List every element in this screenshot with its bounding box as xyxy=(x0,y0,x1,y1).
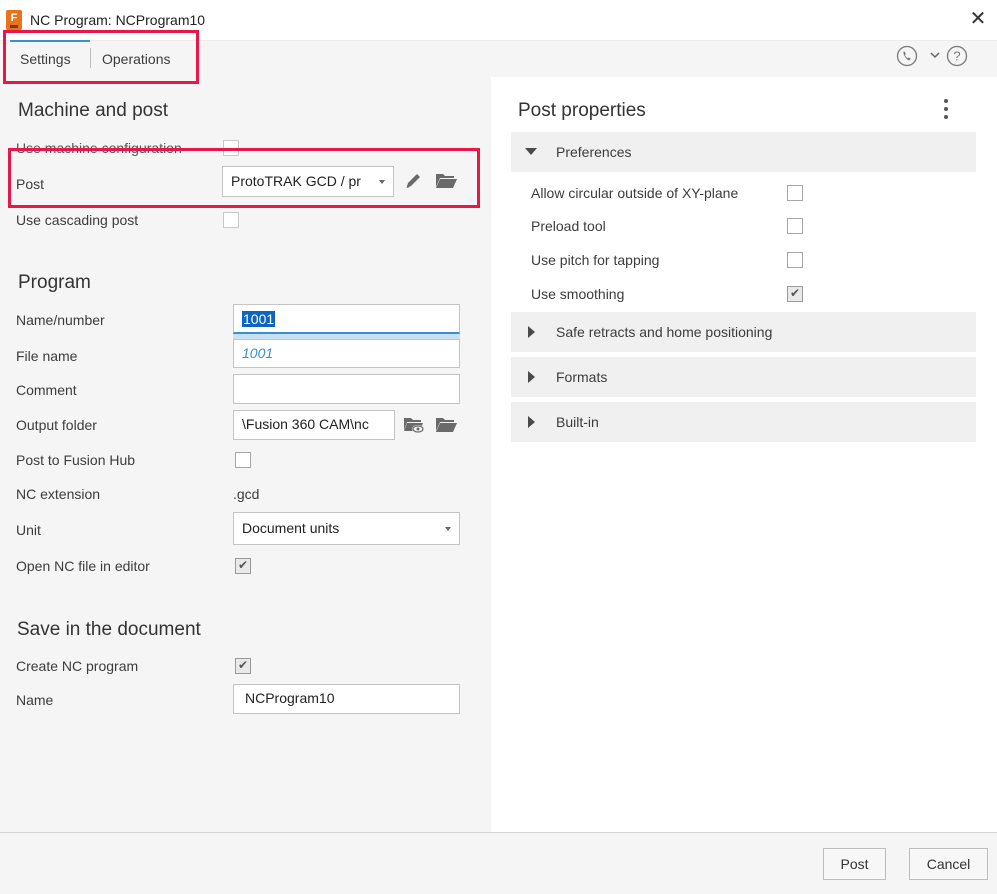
output-folder-input[interactable]: \Fusion 360 CAM\nc xyxy=(233,410,395,440)
cancel-button[interactable]: Cancel xyxy=(909,848,988,880)
post-hub-checkbox[interactable] xyxy=(235,452,251,468)
caret-right-icon xyxy=(528,326,535,338)
doc-name-input[interactable]: NCProgram10 xyxy=(233,684,460,714)
folder-eye-icon[interactable] xyxy=(402,415,426,435)
chevron-down-icon[interactable] xyxy=(929,49,941,61)
machine-post-title: Machine and post xyxy=(18,100,168,121)
open-editor-checkbox[interactable] xyxy=(235,558,251,574)
create-nc-checkbox[interactable] xyxy=(235,658,251,674)
post-button[interactable]: Post xyxy=(823,848,886,880)
pref-smoothing-label: Use smoothing xyxy=(531,286,625,302)
tabs-highlight-box xyxy=(3,30,199,84)
app-logo-letter: F xyxy=(10,12,18,24)
app-logo-icon: F xyxy=(6,10,22,30)
group-safe-retracts-label: Safe retracts and home positioning xyxy=(556,324,773,340)
nc-extension-value: .gcd xyxy=(233,486,260,502)
post-properties-title: Post properties xyxy=(518,100,646,121)
pref-pitch-checkbox[interactable] xyxy=(787,252,803,268)
svg-text:?: ? xyxy=(953,49,960,64)
use-cascading-checkbox[interactable] xyxy=(223,212,239,228)
unit-select-value: Document units xyxy=(242,520,340,536)
chevron-down-icon xyxy=(445,527,451,531)
save-doc-title: Save in the document xyxy=(17,619,201,640)
phone-icon[interactable] xyxy=(896,45,918,67)
program-title: Program xyxy=(18,272,91,293)
help-icon[interactable]: ? xyxy=(946,45,968,67)
create-nc-label: Create NC program xyxy=(16,658,139,674)
group-built-in-label: Built-in xyxy=(556,414,599,430)
output-folder-label: Output folder xyxy=(16,417,97,433)
caret-down-icon xyxy=(525,148,537,155)
caret-right-icon xyxy=(528,416,535,428)
name-number-input[interactable]: 1001 xyxy=(233,304,460,334)
group-preferences[interactable]: Preferences xyxy=(511,132,976,172)
group-formats-label: Formats xyxy=(556,369,608,385)
use-cascading-label: Use cascading post xyxy=(16,212,139,228)
pref-pitch-label: Use pitch for tapping xyxy=(531,252,660,268)
close-icon[interactable]: ✕ xyxy=(967,8,989,30)
name-number-value: 1001 xyxy=(242,311,276,327)
unit-label: Unit xyxy=(16,522,41,538)
group-preferences-label: Preferences xyxy=(556,144,632,160)
footer-divider xyxy=(0,832,997,833)
pref-circular-checkbox[interactable] xyxy=(787,185,803,201)
pref-circular-label: Allow circular outside of XY-plane xyxy=(531,185,739,201)
post-highlight-box xyxy=(8,148,480,208)
more-vertical-icon[interactable] xyxy=(940,97,952,121)
pref-smoothing-checkbox[interactable] xyxy=(787,286,803,302)
comment-input[interactable] xyxy=(233,374,460,404)
group-safe-retracts[interactable]: Safe retracts and home positioning xyxy=(511,312,976,352)
caret-right-icon xyxy=(528,371,535,383)
open-editor-label: Open NC file in editor xyxy=(16,558,150,574)
window-title: NC Program: NCProgram10 xyxy=(30,12,206,28)
file-name-label: File name xyxy=(16,348,78,364)
group-built-in[interactable]: Built-in xyxy=(511,402,976,442)
file-name-input[interactable]: 1001 xyxy=(233,339,460,368)
folder-open-icon[interactable] xyxy=(434,414,458,434)
pref-preload-checkbox[interactable] xyxy=(787,218,803,234)
pref-preload-label: Preload tool xyxy=(531,218,606,234)
group-formats[interactable]: Formats xyxy=(511,357,976,397)
doc-name-label: Name xyxy=(16,692,54,708)
comment-label: Comment xyxy=(16,382,77,398)
name-number-label: Name/number xyxy=(16,312,105,328)
post-hub-label: Post to Fusion Hub xyxy=(16,452,136,468)
nc-extension-label: NC extension xyxy=(16,486,101,502)
unit-select[interactable]: Document units xyxy=(233,512,460,545)
